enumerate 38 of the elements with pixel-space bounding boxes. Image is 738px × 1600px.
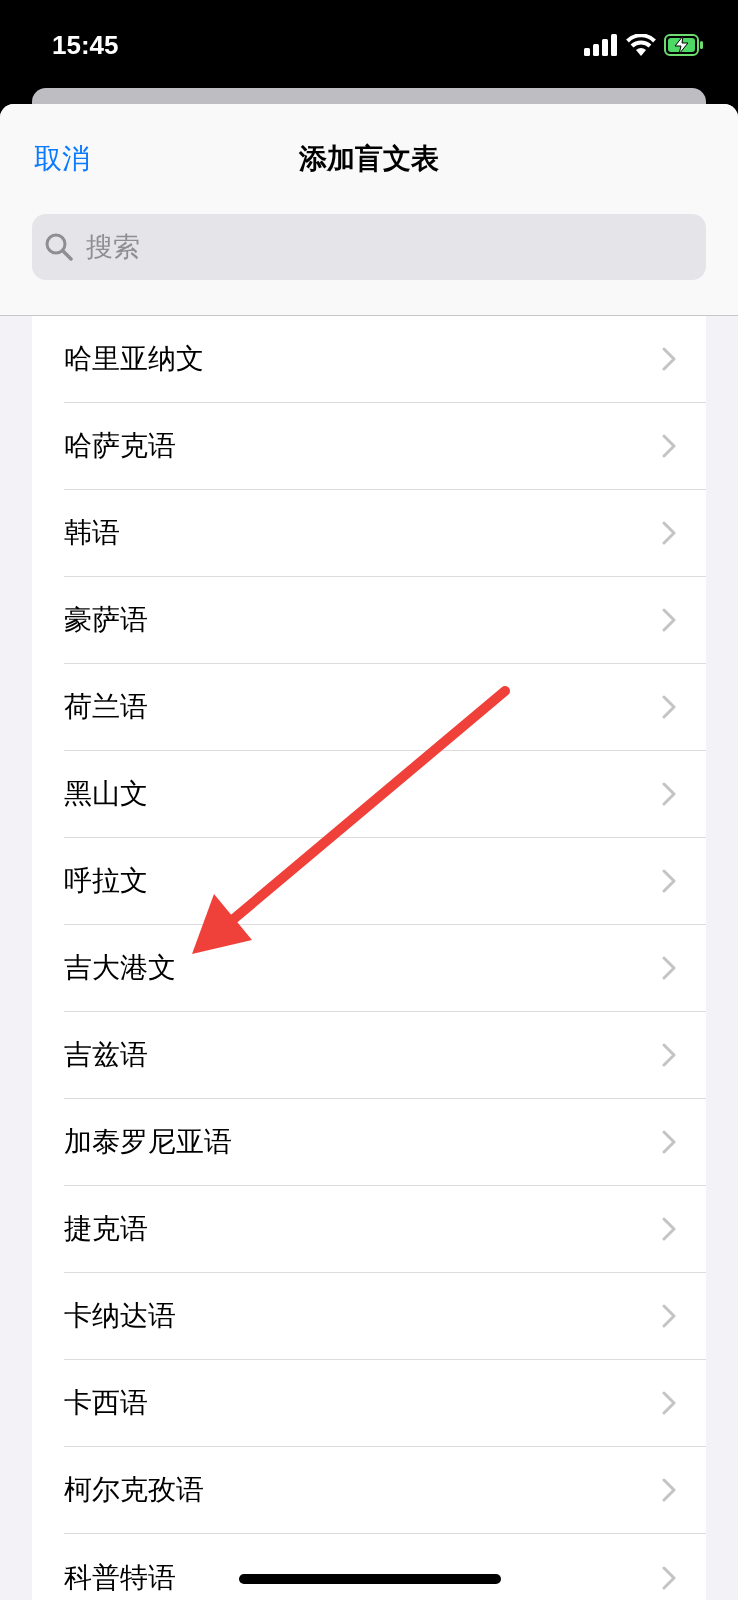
list-item[interactable]: 吉大港文 xyxy=(64,947,176,989)
chevron-icon xyxy=(662,521,676,545)
list-item[interactable]: 豪萨语 xyxy=(64,599,148,641)
chevron-icon xyxy=(662,608,676,632)
sheet-title: 添加盲文表 xyxy=(299,142,439,176)
list-item[interactable]: 韩语 xyxy=(64,512,120,554)
signal-icon xyxy=(584,34,618,56)
chevron-icon xyxy=(662,1391,676,1415)
chevron-icon xyxy=(662,434,676,458)
chevron-icon xyxy=(662,1043,676,1067)
list-item[interactable]: 捷克语 xyxy=(64,1208,148,1250)
list-item[interactable]: 加泰罗尼亚语 xyxy=(64,1121,232,1163)
chevron-icon xyxy=(662,956,676,980)
list-item[interactable]: 吉兹语 xyxy=(64,1034,148,1076)
search-field[interactable]: 搜索 xyxy=(32,214,706,280)
list-item[interactable]: 荷兰语 xyxy=(64,686,148,728)
chevron-icon xyxy=(662,347,676,371)
list-item[interactable]: 哈里亚纳文 xyxy=(64,338,204,380)
list-item[interactable]: 卡纳达语 xyxy=(64,1295,176,1337)
chevron-icon xyxy=(662,1565,676,1590)
wifi-icon xyxy=(626,34,656,56)
list-item[interactable]: 呼拉文 xyxy=(64,860,148,902)
list-item[interactable]: 柯尔克孜语 xyxy=(64,1469,204,1511)
chevron-icon xyxy=(662,782,676,806)
search-icon xyxy=(44,232,74,262)
chevron-icon xyxy=(662,1478,676,1502)
chevron-icon xyxy=(662,1304,676,1328)
cancel-button[interactable]: 取消 xyxy=(34,138,90,180)
list-item[interactable]: 科普特语 xyxy=(64,1556,176,1599)
list-item[interactable]: 哈萨克语 xyxy=(64,425,176,467)
chevron-icon xyxy=(662,869,676,893)
chevron-icon xyxy=(662,695,676,719)
battery-charging-icon xyxy=(664,34,704,56)
chevron-icon xyxy=(662,1130,676,1154)
list-item[interactable]: 卡西语 xyxy=(64,1382,148,1424)
status-time: 15:45 xyxy=(52,28,119,62)
chevron-icon xyxy=(662,1217,676,1241)
list-item[interactable]: 黑山文 xyxy=(64,773,148,815)
